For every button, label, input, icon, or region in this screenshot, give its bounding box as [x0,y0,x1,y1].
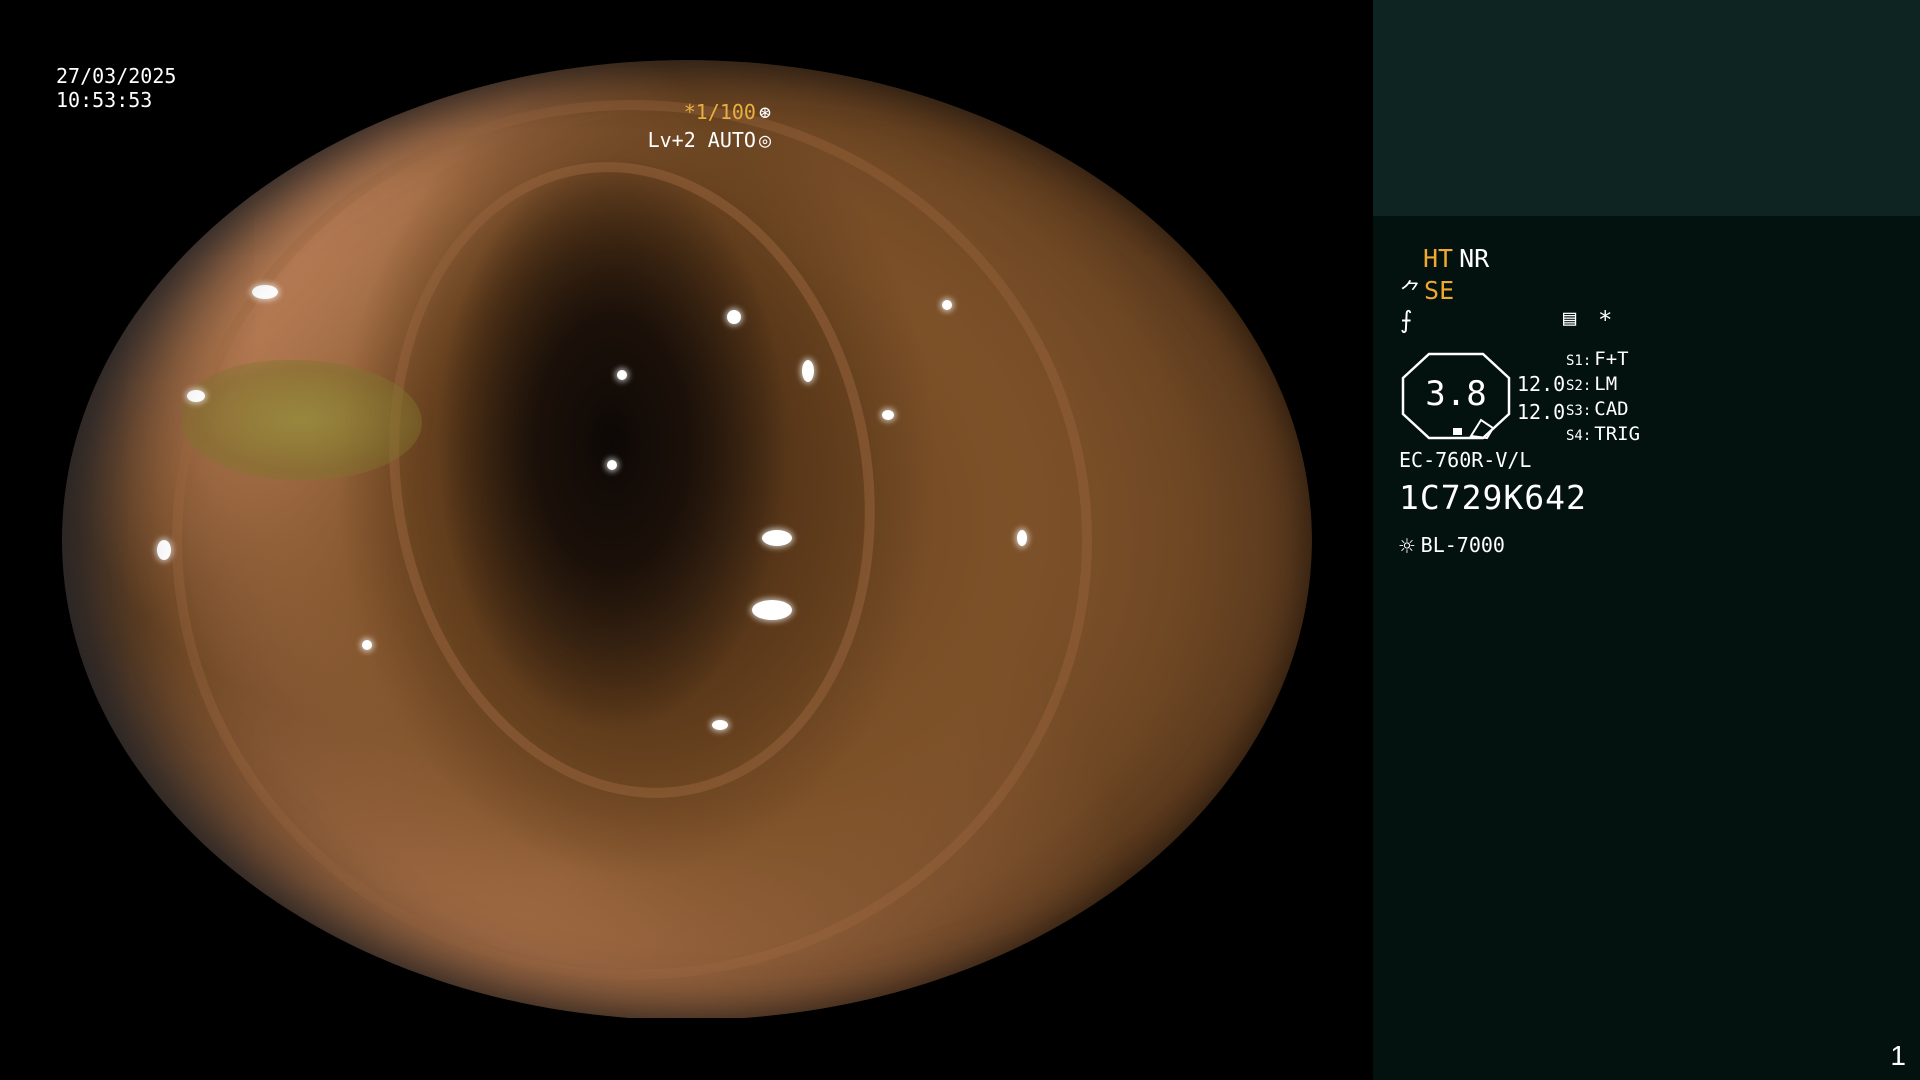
light-reflection [882,410,894,420]
bottom-mask [0,1018,1373,1080]
brightness-level-value: Lv+2 AUTO [647,128,756,152]
switch-s3: S3: CAD [1566,398,1629,420]
switch-s2: S2: LM [1566,373,1618,395]
nr-label: NR [1459,244,1490,273]
info-panel: HT NR ⺈SE ⨍ ▤ * 3.8 12.0 12.0 S1: F+T S2: L… [1373,0,1920,1080]
light-reflection [157,540,171,560]
scope-model: EC-760R-V/L [1399,448,1532,472]
light-reflection [607,460,617,470]
menu-icon: ▤ [1563,306,1577,331]
star-icon: * [1598,306,1613,334]
light-reflection [942,300,952,310]
endoscope-image [62,60,1312,1020]
image-number: 1 [1890,1040,1906,1071]
light-reflection [187,390,205,402]
iris-icon: ◎ [758,128,771,152]
image-enhancement-status: HT NR [1423,244,1489,273]
freeze-icon: ⨍ [1400,306,1413,334]
light-reflection [1017,530,1027,546]
light-reflection [762,530,792,546]
switch-s1: S1: F+T [1566,348,1629,370]
bile-patch [182,360,422,480]
exam-time: 10:53:53 [56,88,153,112]
shutter-speed-value: *1/100 [683,100,756,124]
exam-date: 27/03/2025 [56,64,177,88]
setting-value-2: 12.0 [1517,400,1566,424]
light-reflection [752,600,792,620]
scope-serial: 1C729K642 [1399,478,1587,517]
shutter-speed: *1/100 ⊛ [684,100,771,124]
shutter-icon: ⊛ [758,100,771,124]
light-source-label: BL-7000 [1420,533,1505,557]
se-label: SE [1424,276,1455,305]
endoscope-view: 27/03/2025 10:53:53 *1/100 ⊛ Lv+2 AUTO ◎ [0,0,1373,1080]
brightness-level: Lv+2 AUTO ◎ [648,128,771,152]
patient-info-area [1373,0,1920,216]
light-reflection [802,360,814,382]
mucosal-fold [172,100,1092,980]
ht-label: HT [1423,244,1454,273]
top-mask [0,0,1373,60]
switch-s4: S4: TRIG [1566,423,1641,445]
scope-icon: ⺈ [1400,280,1423,305]
light-reflection [617,370,627,380]
setting-value-1: 12.0 [1517,372,1566,396]
light-reflection [252,285,278,299]
zoom-value: 3.8 [1425,374,1487,414]
light-reflection [712,720,728,730]
light-icon: ☼ [1399,532,1415,562]
light-source: ☼ BL-7000 [1399,532,1505,562]
light-reflection [362,640,372,650]
structure-enhancement: ⺈SE [1400,274,1454,306]
light-reflection [727,310,741,324]
